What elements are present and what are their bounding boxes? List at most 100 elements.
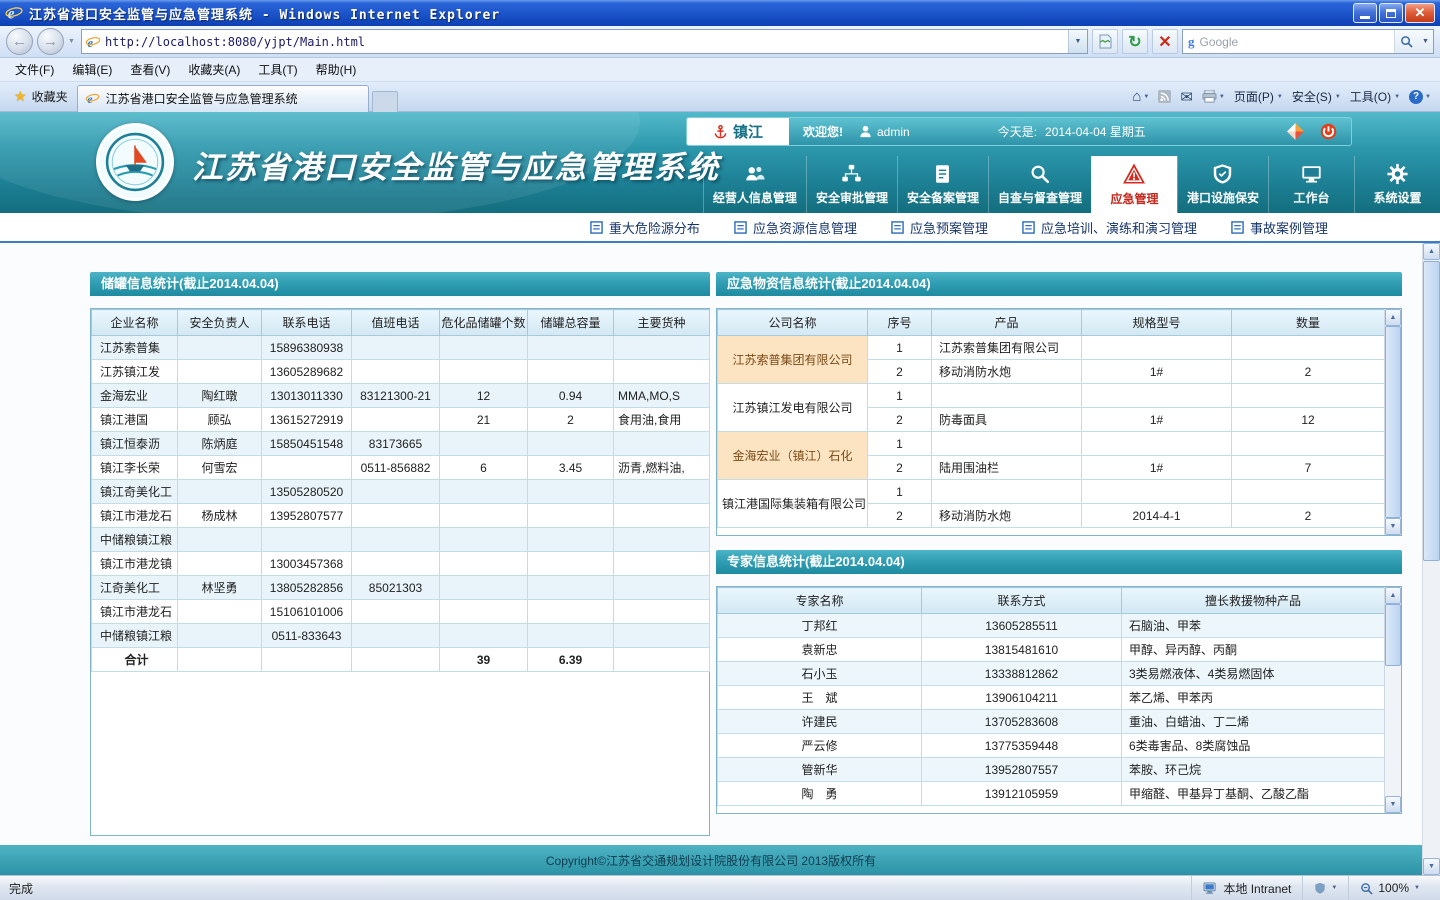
nav-emergency-management[interactable]: 应急管理 [1091, 156, 1177, 213]
submenu-training-drills[interactable]: 应急培训、演练和演习管理 [1022, 218, 1197, 237]
column-header: 危化品储罐个数 [440, 310, 528, 336]
search-box[interactable]: g Google ▼ [1182, 29, 1434, 54]
tools-menu-button[interactable]: 工具(O)▼ [1350, 88, 1400, 105]
cell: 江苏索普集 [92, 336, 178, 360]
page-scrollbar[interactable]: ▲ ▼ [1422, 243, 1440, 875]
date-value: 2014-04-04 星期五 [1045, 123, 1146, 140]
history-dropdown-icon[interactable]: ▼ [68, 38, 75, 45]
scroll-down-icon[interactable]: ▼ [1385, 518, 1401, 535]
safety-menu-button[interactable]: 安全(S)▼ [1292, 88, 1341, 105]
print-button[interactable]: ▼ [1202, 90, 1225, 103]
scroll-up-icon[interactable]: ▲ [1385, 309, 1401, 326]
cell [352, 360, 440, 384]
submenu-emergency-plans[interactable]: 应急预案管理 [891, 218, 988, 237]
refresh-button[interactable]: ↻ [1122, 29, 1148, 54]
new-tab-button[interactable] [372, 91, 398, 112]
address-bar[interactable]: e http://localhost:8080/yjpt/Main.html ▼ [81, 29, 1088, 54]
nav-operator-info[interactable]: 经营人信息管理 [703, 156, 806, 213]
menu-tools[interactable]: 工具(T) [249, 58, 306, 81]
cell [178, 480, 262, 504]
cell: 甲醇、异丙醇、丙酮 [1122, 638, 1385, 662]
status-dropdown-icon: ▼ [1331, 885, 1337, 891]
nav-system-settings[interactable]: 系统设置 [1354, 156, 1440, 213]
minimize-button[interactable] [1353, 3, 1377, 23]
stop-button[interactable]: ✕ [1152, 29, 1178, 54]
menu-edit[interactable]: 编辑(E) [63, 58, 121, 81]
page-menu-button[interactable]: 页面(P)▼ [1234, 88, 1283, 105]
zoom-dropdown-icon[interactable]: ▼ [1414, 885, 1420, 891]
cell [1232, 336, 1385, 360]
scroll-down-icon[interactable]: ▼ [1423, 858, 1440, 875]
cell [932, 432, 1082, 456]
table-row: 金海宏业陶红暾1301301133083121300-21120.94MMA,M… [92, 384, 710, 408]
menu-favorites[interactable]: 收藏夹(A) [179, 58, 249, 81]
table-row: 陶 勇13912105959甲缩醛、甲基异丁基酮、乙酸乙酯 [718, 782, 1385, 806]
cell [528, 480, 614, 504]
help-button[interactable]: ?▼ [1409, 90, 1431, 104]
submenu-emergency-resources[interactable]: 应急资源信息管理 [734, 218, 857, 237]
cell: 江奇美化工 [92, 576, 178, 600]
menu-view[interactable]: 查看(V) [121, 58, 179, 81]
cell: 83121300-21 [352, 384, 440, 408]
search-button[interactable] [1394, 30, 1418, 53]
url-text: http://localhost:8080/yjpt/Main.html [101, 35, 1068, 49]
cell: 镇江市港龙石 [92, 504, 178, 528]
home-shortcut-icon[interactable] [1287, 123, 1304, 140]
nav-safety-record[interactable]: 安全备案管理 [897, 156, 988, 213]
logout-icon[interactable] [1320, 123, 1337, 140]
nav-self-inspection[interactable]: 自查与督查管理 [988, 156, 1091, 213]
scroll-up-icon[interactable]: ▲ [1423, 243, 1440, 260]
scrollbar-thumb[interactable] [1385, 326, 1401, 518]
cell [178, 360, 262, 384]
scroll-up-icon[interactable]: ▲ [1385, 587, 1401, 604]
cell: 王 斌 [718, 686, 922, 710]
nav-workbench[interactable]: 工作台 [1268, 156, 1354, 213]
cell: 甲缩醛、甲基异丁基酮、乙酸乙酯 [1122, 782, 1385, 806]
column-header: 专家名称 [718, 588, 922, 614]
address-dropdown-button[interactable]: ▼ [1068, 30, 1087, 53]
home-button[interactable]: ⌂▼ [1132, 88, 1149, 105]
cell: 移动消防水炮 [932, 504, 1082, 528]
favorites-button[interactable]: ★ 收藏夹 [5, 84, 77, 109]
cell: 金海宏业（镇江）石化 [718, 432, 868, 480]
menu-help[interactable]: 帮助(H) [307, 58, 366, 81]
experts-scrollbar[interactable]: ▲ ▼ [1384, 587, 1401, 813]
submenu-accident-cases[interactable]: 事故案例管理 [1231, 218, 1328, 237]
materials-scrollbar[interactable]: ▲ ▼ [1384, 309, 1401, 535]
maximize-button[interactable] [1379, 3, 1403, 23]
browser-tab[interactable]: e 江苏省港口安全监管与应急管理系统 [77, 85, 369, 112]
feeds-button[interactable] [1158, 90, 1171, 103]
zoom-control[interactable]: 100% ▼ [1348, 876, 1431, 900]
tab-favicon: e [85, 91, 100, 106]
form-icon [891, 221, 904, 234]
close-button[interactable]: ✕ [1405, 3, 1435, 23]
cell: 0.94 [528, 384, 614, 408]
table-header-row: 企业名称安全负责人联系电话值班电话危化品储罐个数储罐总容量主要货种 [92, 310, 710, 336]
cell [614, 360, 710, 384]
compatibility-view-button[interactable] [1092, 29, 1118, 54]
search-input[interactable]: Google [1200, 35, 1395, 49]
cell: 合计 [92, 648, 178, 672]
nav-port-facility-security[interactable]: 港口设施保安 [1177, 156, 1268, 213]
scrollbar-thumb[interactable] [1423, 261, 1440, 561]
zone-label: 本地 Intranet [1223, 880, 1291, 897]
cell [614, 432, 710, 456]
scroll-down-icon[interactable]: ▼ [1385, 796, 1401, 813]
materials-table-container: 公司名称序号产品规格型号数量 江苏索普集团有限公司1江苏索普集团有限公司2移动消… [716, 308, 1402, 536]
cell [1082, 432, 1232, 456]
back-button[interactable]: ← [6, 28, 33, 55]
table-row: 袁新忠13815481610甲醇、异丙醇、丙酮 [718, 638, 1385, 662]
scrollbar-thumb[interactable] [1385, 604, 1401, 666]
nav-safety-approval[interactable]: 安全审批管理 [806, 156, 897, 213]
read-mail-button[interactable]: ✉ [1180, 88, 1193, 106]
table-row: 严云修137753594486类毒害品、8类腐蚀品 [718, 734, 1385, 758]
menu-file[interactable]: 文件(F) [6, 58, 63, 81]
cell: 6 [440, 456, 528, 480]
forward-button[interactable]: → [37, 28, 64, 55]
tabs-bar: ★ 收藏夹 e 江苏省港口安全监管与应急管理系统 ⌂▼ ✉ ▼ 页面(P)▼ 安… [0, 82, 1440, 112]
cell [440, 336, 528, 360]
cell [1232, 384, 1385, 408]
cell: 镇江恒泰沥 [92, 432, 178, 456]
submenu-hazard-distribution[interactable]: 重大危险源分布 [590, 218, 700, 237]
search-dropdown-button[interactable]: ▼ [1418, 30, 1433, 53]
